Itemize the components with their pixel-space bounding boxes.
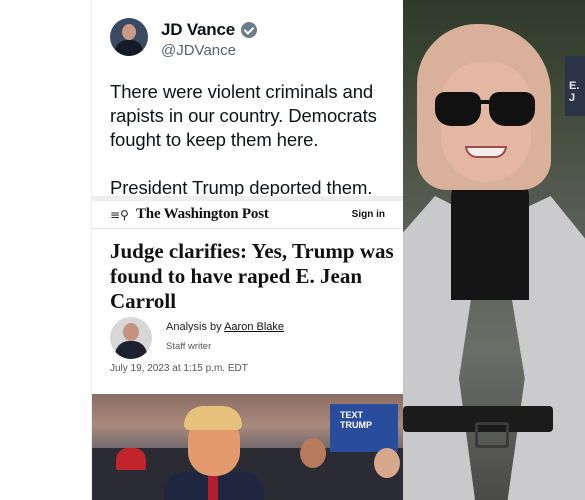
avatar-body [115,40,143,56]
hair [184,406,242,430]
article-photo: TEXT TRUMP [92,394,403,500]
protest-sign: TEXT TRUMP [330,404,398,452]
avatar[interactable] [110,18,148,56]
verified-badge-icon [241,22,258,38]
author-link[interactable]: Aaron Blake [224,321,284,333]
display-name[interactable]: JD Vance [161,20,235,40]
analysis-line: Analysis by Aaron Blake [166,321,284,333]
news-article: ≡⚲ The Washington Post Sign in Judge cla… [92,201,403,394]
crowd-person [300,438,326,468]
tweet-text: There were violent criminals and rapists… [110,81,377,198]
tie [208,476,218,500]
protest-sign-text: TEXT TRUMP [340,410,372,430]
background-sign: E. J [565,56,585,116]
tweet-author: JD Vance @JDVance [161,20,258,59]
sunglasses [435,92,537,128]
portrait-photo: E. J [403,0,585,500]
article-timestamp: July 19, 2023 at 1:15 p.m. EDT [110,363,248,374]
meme-image: JD Vance @JDVance There were violent cri… [0,0,585,500]
author-body [115,341,147,359]
left-margin [0,0,92,500]
menu-search-icon[interactable]: ≡⚲ [110,208,129,222]
tweet-header: JD Vance @JDVance [110,18,393,66]
name-row: JD Vance [161,20,258,40]
signin-link[interactable]: Sign in [352,209,385,220]
red-hat [116,448,146,470]
author-head [123,323,139,341]
user-handle[interactable]: @JDVance [161,42,257,59]
lens-right [489,92,535,126]
belt-buckle [475,422,509,448]
tweet-card: JD Vance @JDVance There were violent cri… [92,10,403,198]
smile [465,146,507,158]
crowd-person [374,448,400,478]
byline: Analysis by Aaron Blake Staff writer [110,317,390,363]
avatar-head [122,24,136,40]
article-topbar: ≡⚲ The Washington Post Sign in [92,201,403,229]
article-headline: Judge clarifies: Yes, Trump was found to… [110,239,394,313]
author-title: Staff writer [166,341,212,352]
background-sign-text: E. J [569,80,580,104]
author-avatar [110,317,152,359]
lens-left [435,92,481,126]
turtleneck [451,180,529,300]
masthead-logo[interactable]: The Washington Post [136,206,269,223]
analysis-prefix: Analysis by [166,321,225,333]
